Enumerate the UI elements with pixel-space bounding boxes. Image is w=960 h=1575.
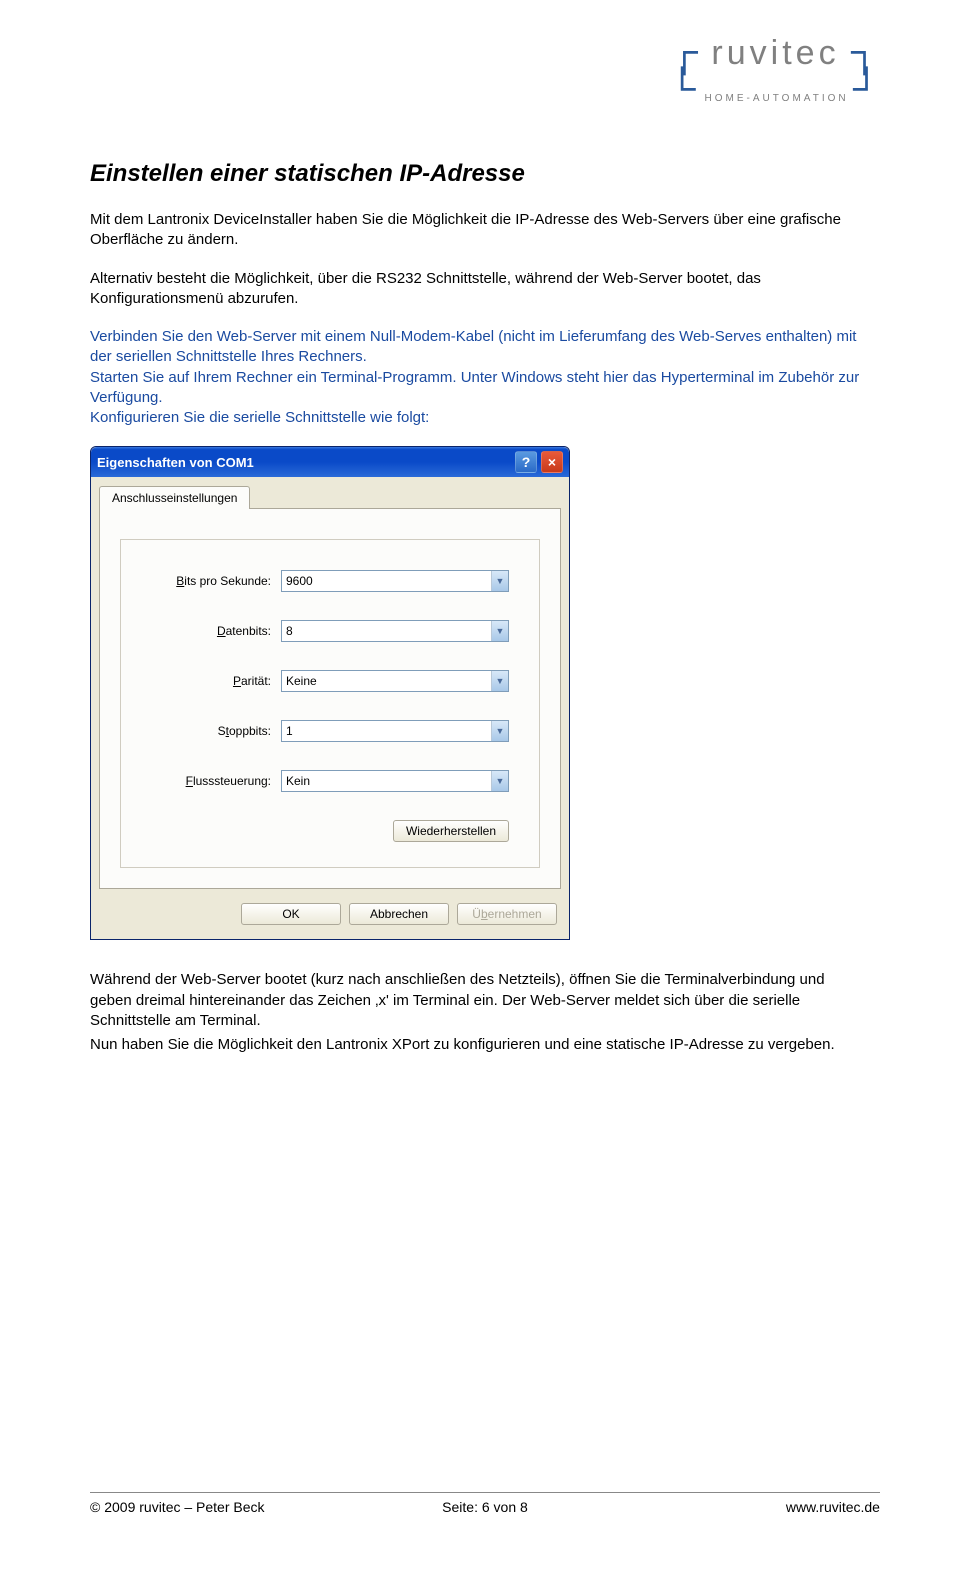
restore-button[interactable]: Wiederherstellen	[393, 820, 509, 842]
dialog-title: Eigenschaften von COM1	[97, 455, 515, 470]
logo-tagline: HOME-AUTOMATION	[705, 93, 849, 104]
chevron-down-icon: ▼	[491, 771, 508, 791]
tab-connection-settings[interactable]: Anschlusseinstellungen	[99, 486, 250, 509]
bits-value: 9600	[286, 574, 491, 588]
fluss-combo[interactable]: Kein ▼	[281, 770, 509, 792]
datenbits-value: 8	[286, 624, 491, 638]
help-button[interactable]: ?	[515, 451, 537, 473]
chevron-down-icon: ▼	[491, 721, 508, 741]
brand-logo: ┌ ruvitec ┐ └ HOME-AUTOMATION ┘	[669, 30, 880, 111]
stoppbits-combo[interactable]: 1 ▼	[281, 720, 509, 742]
chevron-down-icon: ▼	[491, 571, 508, 591]
instructions-para: Verbinden Sie den Web-Server mit einem N…	[90, 327, 870, 428]
datenbits-label: Datenbits:	[151, 624, 281, 638]
apply-button[interactable]: Übernehmen	[457, 903, 557, 925]
chevron-down-icon: ▼	[491, 671, 508, 691]
fluss-value: Kein	[286, 774, 491, 788]
page-footer: © 2009 ruvitec – Peter Beck Seite: 6 von…	[90, 1492, 880, 1515]
close-button[interactable]: ×	[541, 451, 563, 473]
bits-combo[interactable]: 9600 ▼	[281, 570, 509, 592]
dialog-titlebar[interactable]: Eigenschaften von COM1 ? ×	[91, 447, 569, 477]
footer-page-number: Seite: 6 von 8	[353, 1499, 616, 1515]
followup-para-1: Während der Web-Server bootet (kurz nach…	[90, 970, 870, 1031]
intro-para-1: Mit dem Lantronix DeviceInstaller haben …	[90, 210, 870, 251]
cancel-button[interactable]: Abbrechen	[349, 903, 449, 925]
datenbits-combo[interactable]: 8 ▼	[281, 620, 509, 642]
footer-copyright: © 2009 ruvitec – Peter Beck	[90, 1499, 353, 1515]
paritaet-value: Keine	[286, 674, 491, 688]
instr-line-3: Konfigurieren Sie die serielle Schnittst…	[90, 409, 429, 426]
paritaet-combo[interactable]: Keine ▼	[281, 670, 509, 692]
chevron-down-icon: ▼	[491, 621, 508, 641]
paritaet-label: Parität:	[151, 674, 281, 688]
stoppbits-label: Stoppbits:	[151, 724, 281, 738]
bits-label: Bits pro Sekunde:	[151, 574, 281, 588]
intro-para-2: Alternativ besteht die Möglichkeit, über…	[90, 269, 870, 310]
fluss-label: Flusssteuerung:	[151, 774, 281, 788]
page-title: Einstellen einer statischen IP-Adresse	[90, 160, 870, 188]
stoppbits-value: 1	[286, 724, 491, 738]
instr-line-1: Verbinden Sie den Web-Server mit einem N…	[90, 328, 856, 365]
ok-button[interactable]: OK	[241, 903, 341, 925]
followup-para-2: Nun haben Sie die Möglichkeit den Lantro…	[90, 1035, 870, 1055]
footer-url: www.ruvitec.de	[617, 1499, 880, 1515]
instr-line-2: Starten Sie auf Ihrem Rechner ein Termin…	[90, 369, 859, 406]
logo-name: ruvitec	[711, 34, 839, 72]
com1-properties-dialog: Eigenschaften von COM1 ? × Anschlusseins…	[90, 446, 570, 940]
